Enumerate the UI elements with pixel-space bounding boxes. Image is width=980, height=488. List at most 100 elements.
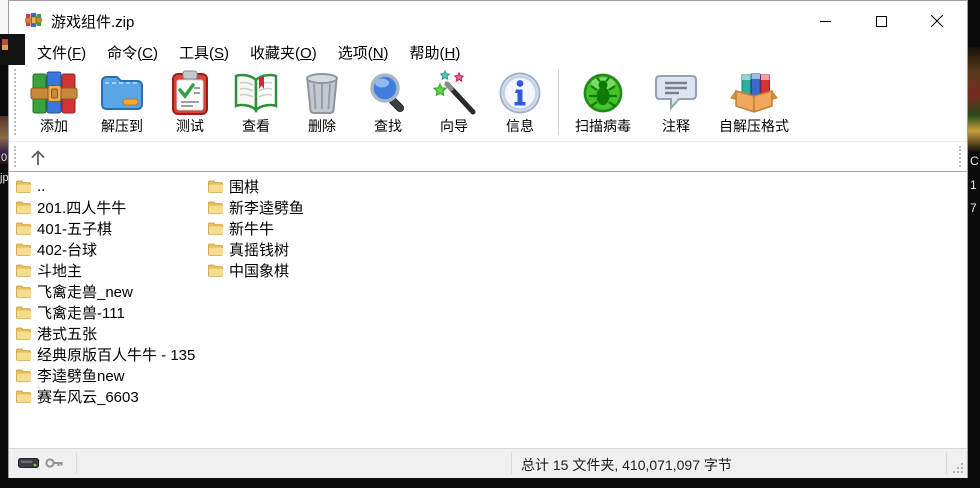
folder-name: .. — [37, 178, 45, 195]
winrar-app-icon — [25, 12, 43, 28]
folder-icon — [208, 264, 224, 277]
window-controls — [797, 1, 965, 41]
folder-item[interactable]: 新李逵劈鱼 — [208, 197, 393, 218]
folder-item[interactable]: 新牛牛 — [208, 218, 393, 239]
desktop-label-fragment: 0 — [1, 152, 7, 164]
menu-file[interactable]: 文件(F) — [29, 41, 94, 64]
folder-name: 真摇钱树 — [229, 239, 289, 260]
address-bar — [9, 141, 967, 172]
folder-item[interactable]: 中国象棋 — [208, 260, 393, 281]
up-arrow-icon — [27, 146, 49, 168]
virus-scan-icon — [579, 69, 627, 117]
folder-item[interactable]: 斗地主 — [16, 260, 201, 281]
address-bar-right-grip[interactable] — [959, 146, 961, 167]
folder-name: 402-台球 — [37, 239, 97, 260]
folder-name: 飞禽走兽_new — [37, 281, 133, 302]
menu-favorites[interactable]: 收藏夹(O) — [242, 41, 325, 64]
resize-grip[interactable] — [951, 461, 964, 474]
menu-commands[interactable]: 命令(C) — [99, 41, 166, 64]
folder-icon — [16, 369, 32, 382]
status-icons — [18, 456, 64, 470]
winrar-window: 游戏组件.zip 文件(F) 命令(C) 工具(S) 收藏夹(O) 选项(N) … — [8, 0, 968, 478]
winrar-archive-icon — [30, 69, 78, 117]
folder-item[interactable]: .. — [16, 176, 201, 197]
folder-icon — [16, 243, 32, 256]
view-button[interactable]: 查看 — [225, 67, 287, 137]
file-list-column-1: .. 201.四人牛牛 401-五子棋 — [16, 176, 201, 407]
status-separator — [946, 452, 947, 474]
desktop-thumbnail-fragment — [2, 39, 8, 50]
sfx-button[interactable]: 自解压格式 — [711, 67, 797, 137]
address-bar-grip[interactable] — [14, 146, 16, 167]
folder-name: 赛车风云_6603 — [37, 386, 139, 407]
desktop-label-fragment: C — [970, 155, 979, 167]
folder-name: 围棋 — [229, 176, 259, 197]
folder-item[interactable]: 李逵劈鱼new — [16, 365, 201, 386]
folder-item[interactable]: 港式五张 — [16, 323, 201, 344]
folder-item[interactable]: 围棋 — [208, 176, 393, 197]
toolbar-grip[interactable] — [14, 69, 16, 135]
status-separator — [511, 452, 512, 474]
toolbar-label: 自解压格式 — [719, 118, 789, 135]
minimize-button[interactable] — [797, 1, 853, 41]
delete-button[interactable]: 删除 — [291, 67, 353, 137]
up-one-level-button[interactable] — [23, 144, 53, 169]
folder-item[interactable]: 401-五子棋 — [16, 218, 201, 239]
folder-name: 经典原版百人牛牛 - 135 — [37, 344, 195, 365]
info-icon — [496, 69, 544, 117]
folder-item[interactable]: 经典原版百人牛牛 - 135 — [16, 344, 201, 365]
file-list-column-2: 围棋 新李逵劈鱼 新牛牛 — [208, 176, 393, 281]
folder-name: 新牛牛 — [229, 218, 274, 239]
menu-tools[interactable]: 工具(S) — [171, 41, 237, 64]
folder-item[interactable]: 402-台球 — [16, 239, 201, 260]
folder-name: 飞禽走兽-111 — [37, 302, 125, 323]
comment-button[interactable]: 注释 — [645, 67, 707, 137]
folder-icon — [208, 222, 224, 235]
folder-icon — [208, 243, 224, 256]
folder-item[interactable]: 真摇钱树 — [208, 239, 393, 260]
file-list: .. 201.四人牛牛 401-五子棋 — [9, 172, 967, 448]
folder-item[interactable]: 飞禽走兽-111 — [16, 302, 201, 323]
maximize-button[interactable] — [853, 1, 909, 41]
folder-icon — [16, 201, 32, 214]
menu-bar: 文件(F) 命令(C) 工具(S) 收藏夹(O) 选项(N) 帮助(H) — [9, 41, 967, 64]
folder-name: 新李逵劈鱼 — [229, 197, 304, 218]
view-book-icon — [232, 69, 280, 117]
find-button[interactable]: 查找 — [357, 67, 419, 137]
add-button[interactable]: 添加 — [23, 67, 85, 137]
toolbar-label: 删除 — [308, 118, 336, 135]
toolbar-label: 注释 — [662, 118, 690, 135]
folder-name: 201.四人牛牛 — [37, 197, 126, 218]
folder-name: 中国象棋 — [229, 260, 289, 281]
find-magnifier-icon — [364, 69, 412, 117]
info-button[interactable]: 信息 — [489, 67, 551, 137]
folder-item[interactable]: 赛车风云_6603 — [16, 386, 201, 407]
toolbar-separator — [558, 69, 559, 135]
toolbar-label: 查找 — [374, 118, 402, 135]
folder-icon — [16, 264, 32, 277]
folder-icon — [16, 348, 32, 361]
menu-help[interactable]: 帮助(H) — [402, 41, 469, 64]
folder-icon — [208, 180, 224, 193]
wizard-button[interactable]: 向导 — [423, 67, 485, 137]
extract-folder-icon — [98, 69, 146, 117]
sfx-box-icon — [730, 69, 778, 117]
folder-item[interactable]: 飞禽走兽_new — [16, 281, 201, 302]
folder-icon — [16, 285, 32, 298]
drive-icon[interactable] — [18, 456, 39, 470]
key-icon[interactable] — [45, 456, 64, 470]
folder-icon — [16, 306, 32, 319]
close-button[interactable] — [909, 1, 965, 41]
folder-icon — [208, 201, 224, 214]
wizard-wand-icon — [430, 69, 478, 117]
title-bar[interactable]: 游戏组件.zip — [9, 1, 967, 41]
scan-virus-button[interactable]: 扫描病毒 — [565, 67, 641, 137]
toolbar-label: 解压到 — [101, 118, 143, 135]
folder-name: 401-五子棋 — [37, 218, 112, 239]
minimize-icon — [820, 16, 831, 27]
folder-item[interactable]: 201.四人牛牛 — [16, 197, 201, 218]
menu-options[interactable]: 选项(N) — [330, 41, 397, 64]
toolbar-label: 信息 — [506, 118, 534, 135]
extract-to-button[interactable]: 解压到 — [89, 67, 155, 137]
test-button[interactable]: 测试 — [159, 67, 221, 137]
